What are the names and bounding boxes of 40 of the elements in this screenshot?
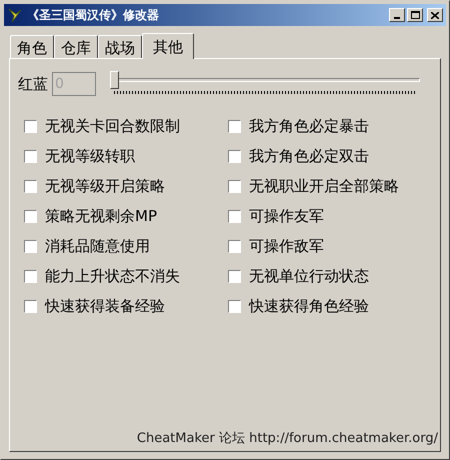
tab[interactable]: 战场 [98,35,142,58]
checkbox[interactable] [24,300,37,312]
option-label: 能力上升状态不消失 [45,266,180,287]
checkbox[interactable] [24,240,37,252]
option-label: 可操作敌军 [249,236,324,257]
option-label: 我方角色必定双击 [249,146,369,167]
checkbox[interactable] [228,120,241,132]
checkbox[interactable] [228,300,241,312]
option-label: 可操作友军 [249,206,324,227]
close-button[interactable] [427,8,443,22]
option-label: 无视单位行动状态 [249,266,369,287]
option-label: 消耗品随意使用 [45,236,150,257]
checkbox[interactable] [24,180,37,192]
window-title: 《圣三国蜀汉传》修改器 [27,7,159,24]
checkbox[interactable] [24,120,37,132]
option-label: 无视等级转职 [45,146,135,167]
close-icon [431,12,439,18]
slider-label: 红蓝 [18,74,48,95]
minimize-button[interactable] [389,8,405,22]
option-label: 无视关卡回合数限制 [45,116,180,137]
tab[interactable]: 仓库 [54,35,98,58]
checkbox[interactable] [228,210,241,222]
checkbox[interactable] [228,240,241,252]
tab[interactable]: 角色 [10,35,54,58]
option-label: 快速获得角色经验 [249,296,369,317]
checkbox[interactable] [24,150,37,162]
checkbox[interactable] [24,270,37,282]
slider[interactable] [110,71,420,97]
option-label: 无视等级开启策略 [45,176,165,197]
option-label: 无视职业开启全部策略 [249,176,399,197]
checkbox[interactable] [228,180,241,192]
maximize-button[interactable] [407,8,423,22]
option-label: 我方角色必定暴击 [249,116,369,137]
checkbox[interactable] [228,150,241,162]
footer-link[interactable]: CheatMaker 论坛 http://forum.cheatmaker.org/ [136,428,438,448]
option-label: 策略无视剩余MP [45,206,157,227]
checkbox[interactable] [228,270,241,282]
checkbox[interactable] [24,210,37,222]
option-label: 快速获得装备经验 [45,296,165,317]
tab[interactable]: 其他 [142,33,194,59]
